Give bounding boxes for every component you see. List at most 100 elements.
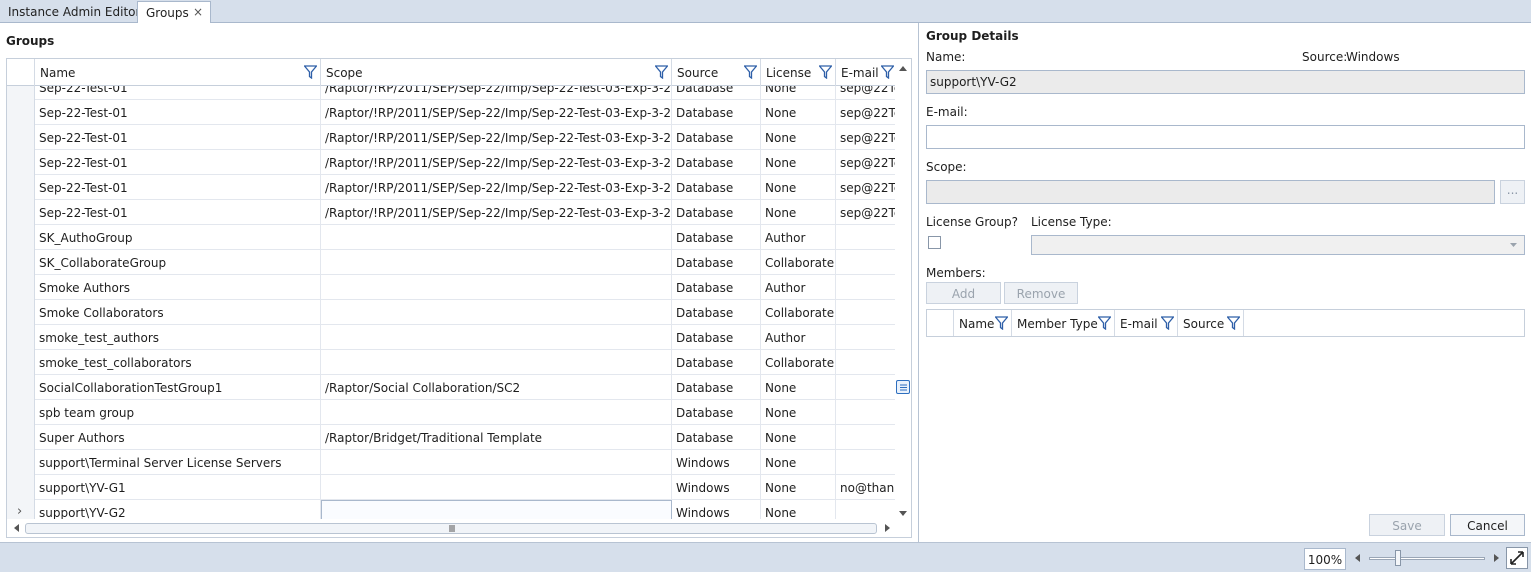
filter-icon[interactable] (995, 316, 1008, 330)
cell-scope[interactable] (321, 475, 672, 500)
cell-license[interactable]: Author (761, 225, 836, 250)
row-selector[interactable] (7, 225, 35, 250)
row-selector[interactable] (7, 150, 35, 175)
table-row[interactable]: Super Authors/Raptor/Bridget/Traditional… (7, 425, 897, 450)
cell-name[interactable]: smoke_test_collaborators (35, 350, 321, 375)
cell-name[interactable]: Sep-22-Test-01 (35, 200, 321, 225)
cell-name[interactable]: smoke_test_authors (35, 325, 321, 350)
zoom-out-icon[interactable] (1354, 554, 1360, 562)
filter-icon[interactable] (1227, 316, 1240, 330)
row-selector[interactable] (7, 350, 35, 375)
row-selector[interactable] (7, 275, 35, 300)
cell-scope[interactable]: /Raptor/!RP/2011/SEP/Sep-22/Imp/Sep-22-T… (321, 125, 672, 150)
table-row[interactable]: smoke_test_authors Database Author (7, 325, 897, 350)
cell-scope[interactable] (321, 250, 672, 275)
table-row[interactable]: SocialCollaborationTestGroup1/Raptor/Soc… (7, 375, 897, 400)
cell-scope[interactable] (321, 350, 672, 375)
cell-scope[interactable]: /Raptor/!RP/2011/SEP/Sep-22/Imp/Sep-22-T… (321, 150, 672, 175)
cell-scope[interactable] (321, 500, 672, 521)
cell-email[interactable]: sep@22Te (836, 100, 897, 125)
column-header-email[interactable]: E-mail (836, 59, 897, 86)
cell-email[interactable]: no@thank (836, 475, 897, 500)
cell-license[interactable]: None (761, 400, 836, 425)
table-row[interactable]: Sep-22-Test-01/Raptor/!RP/2011/SEP/Sep-2… (7, 86, 897, 100)
cell-scope[interactable] (321, 225, 672, 250)
cell-license[interactable]: None (761, 86, 836, 100)
column-header-source[interactable]: Source (672, 59, 761, 86)
cell-scope[interactable] (321, 275, 672, 300)
row-selector[interactable] (7, 400, 35, 425)
cell-name[interactable]: Sep-22-Test-01 (35, 150, 321, 175)
save-button[interactable]: Save (1369, 514, 1445, 536)
cell-email[interactable] (836, 350, 897, 375)
table-row[interactable]: Sep-22-Test-01/Raptor/!RP/2011/SEP/Sep-2… (7, 175, 897, 200)
table-row[interactable]: Smoke Authors Database Author (7, 275, 897, 300)
license-group-checkbox[interactable] (928, 236, 941, 249)
scope-field[interactable] (926, 180, 1495, 204)
table-row[interactable]: Sep-22-Test-01/Raptor/!RP/2011/SEP/Sep-2… (7, 100, 897, 125)
filter-icon[interactable] (1161, 316, 1174, 330)
cell-source[interactable]: Database (672, 86, 761, 100)
row-selector[interactable] (7, 250, 35, 275)
table-row[interactable]: Sep-22-Test-01/Raptor/!RP/2011/SEP/Sep-2… (7, 150, 897, 175)
cell-license[interactable]: Author (761, 325, 836, 350)
row-selector[interactable] (7, 86, 35, 100)
cell-scope[interactable]: /Raptor/!RP/2011/SEP/Sep-22/Imp/Sep-22-T… (321, 100, 672, 125)
row-selector[interactable] (7, 425, 35, 450)
cell-email[interactable] (836, 450, 897, 475)
row-selector[interactable] (7, 450, 35, 475)
cell-email[interactable] (836, 325, 897, 350)
scope-browse-button[interactable]: ... (1500, 180, 1525, 204)
cell-scope[interactable] (321, 400, 672, 425)
cell-license[interactable]: None (761, 125, 836, 150)
table-row[interactable]: Sep-22-Test-01/Raptor/!RP/2011/SEP/Sep-2… (7, 200, 897, 225)
cell-scope[interactable]: /Raptor/Bridget/Traditional Template (321, 425, 672, 450)
fit-to-window-button[interactable] (1506, 547, 1528, 569)
row-selector[interactable] (7, 125, 35, 150)
cell-license[interactable]: None (761, 175, 836, 200)
cancel-button[interactable]: Cancel (1450, 514, 1525, 536)
column-header-name[interactable]: Name (35, 59, 321, 86)
cell-name[interactable]: support\YV-G2 (35, 500, 321, 521)
table-row[interactable]: › support\YV-G2 Windows None (7, 500, 897, 521)
column-header-license[interactable]: License (761, 59, 836, 86)
cell-license[interactable]: Collaborate (761, 350, 836, 375)
filter-icon[interactable] (304, 65, 317, 79)
cell-source[interactable]: Database (672, 225, 761, 250)
cell-name[interactable]: SK_AuthoGroup (35, 225, 321, 250)
cell-email[interactable] (836, 400, 897, 425)
table-row[interactable]: support\YV-G1 Windows None no@thank (7, 475, 897, 500)
cell-license[interactable]: Collaborate (761, 250, 836, 275)
row-selector[interactable] (7, 325, 35, 350)
row-selector[interactable]: › (7, 500, 35, 521)
table-row[interactable]: support\Terminal Server License Servers W… (7, 450, 897, 475)
cell-email[interactable]: sep@22Te (836, 86, 897, 100)
row-selector[interactable] (7, 175, 35, 200)
horizontal-scrollbar[interactable] (7, 519, 911, 537)
cell-license[interactable]: None (761, 425, 836, 450)
cell-source[interactable]: Database (672, 425, 761, 450)
scroll-down-icon[interactable] (899, 511, 907, 517)
scroll-thumb[interactable] (896, 380, 910, 394)
cell-email[interactable]: sep@22Te (836, 175, 897, 200)
tab-groups[interactable]: Groups × (137, 1, 211, 24)
cell-source[interactable]: Database (672, 375, 761, 400)
cell-email[interactable] (836, 225, 897, 250)
cell-scope[interactable]: /Raptor/!RP/2011/SEP/Sep-22/Imp/Sep-22-T… (321, 86, 672, 100)
cell-scope[interactable] (321, 300, 672, 325)
cell-source[interactable]: Database (672, 250, 761, 275)
filter-icon[interactable] (744, 65, 757, 79)
member-column-email[interactable]: E-mail (1115, 310, 1178, 336)
cell-source[interactable]: Database (672, 275, 761, 300)
cell-email[interactable]: sep@22Te (836, 200, 897, 225)
remove-member-button[interactable]: Remove (1004, 282, 1078, 304)
cell-license[interactable]: Author (761, 275, 836, 300)
cell-source[interactable]: Database (672, 350, 761, 375)
name-field[interactable]: support\YV-G2 (926, 70, 1525, 94)
member-column-source[interactable]: Source (1178, 310, 1244, 336)
cell-email[interactable] (836, 500, 897, 521)
table-row[interactable]: spb team group Database None (7, 400, 897, 425)
cell-source[interactable]: Windows (672, 475, 761, 500)
filter-icon[interactable] (881, 65, 894, 79)
cell-name[interactable]: Smoke Authors (35, 275, 321, 300)
